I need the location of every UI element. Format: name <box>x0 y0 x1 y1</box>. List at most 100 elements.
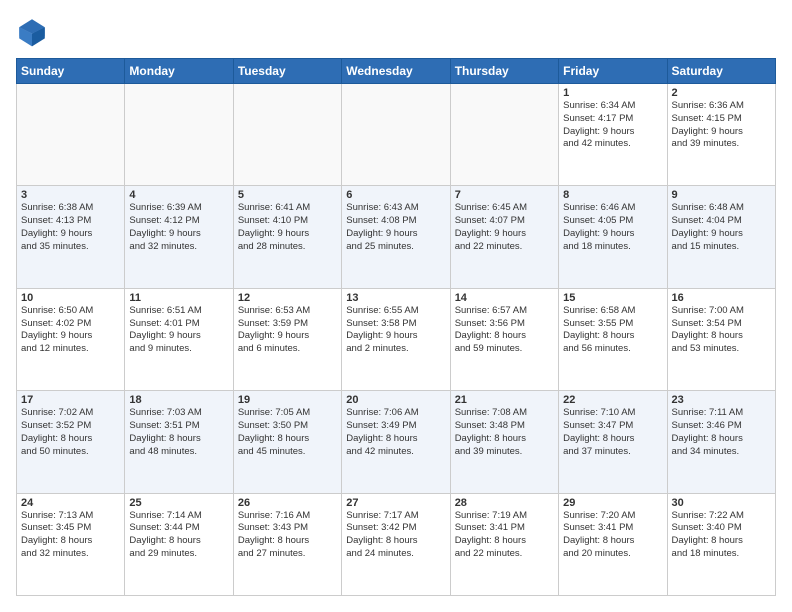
calendar-header-wednesday: Wednesday <box>342 59 450 84</box>
header <box>16 16 776 48</box>
day-info: Sunrise: 6:38 AMSunset: 4:13 PMDaylight:… <box>21 202 120 253</box>
day-number: 17 <box>21 394 120 406</box>
calendar-cell: 30Sunrise: 7:22 AMSunset: 3:40 PMDayligh… <box>667 493 775 595</box>
day-info: Sunrise: 6:46 AMSunset: 4:05 PMDaylight:… <box>563 202 662 253</box>
calendar-cell: 19Sunrise: 7:05 AMSunset: 3:50 PMDayligh… <box>233 391 341 493</box>
calendar-cell: 11Sunrise: 6:51 AMSunset: 4:01 PMDayligh… <box>125 288 233 390</box>
day-number: 10 <box>21 292 120 304</box>
calendar-cell <box>342 84 450 186</box>
day-info: Sunrise: 7:02 AMSunset: 3:52 PMDaylight:… <box>21 407 120 458</box>
calendar-cell: 7Sunrise: 6:45 AMSunset: 4:07 PMDaylight… <box>450 186 558 288</box>
day-number: 1 <box>563 87 662 99</box>
calendar-cell: 22Sunrise: 7:10 AMSunset: 3:47 PMDayligh… <box>559 391 667 493</box>
day-number: 18 <box>129 394 228 406</box>
day-number: 11 <box>129 292 228 304</box>
calendar-cell: 20Sunrise: 7:06 AMSunset: 3:49 PMDayligh… <box>342 391 450 493</box>
day-info: Sunrise: 7:14 AMSunset: 3:44 PMDaylight:… <box>129 510 228 561</box>
day-info: Sunrise: 7:16 AMSunset: 3:43 PMDaylight:… <box>238 510 337 561</box>
calendar-cell <box>125 84 233 186</box>
calendar-cell: 25Sunrise: 7:14 AMSunset: 3:44 PMDayligh… <box>125 493 233 595</box>
day-number: 3 <box>21 189 120 201</box>
calendar-cell: 3Sunrise: 6:38 AMSunset: 4:13 PMDaylight… <box>17 186 125 288</box>
calendar-cell: 8Sunrise: 6:46 AMSunset: 4:05 PMDaylight… <box>559 186 667 288</box>
calendar-cell <box>450 84 558 186</box>
day-info: Sunrise: 7:11 AMSunset: 3:46 PMDaylight:… <box>672 407 771 458</box>
calendar-cell: 21Sunrise: 7:08 AMSunset: 3:48 PMDayligh… <box>450 391 558 493</box>
day-number: 22 <box>563 394 662 406</box>
calendar-cell: 9Sunrise: 6:48 AMSunset: 4:04 PMDaylight… <box>667 186 775 288</box>
calendar-header-friday: Friday <box>559 59 667 84</box>
day-number: 26 <box>238 497 337 509</box>
day-info: Sunrise: 6:43 AMSunset: 4:08 PMDaylight:… <box>346 202 445 253</box>
calendar-table: SundayMondayTuesdayWednesdayThursdayFrid… <box>16 58 776 596</box>
day-number: 5 <box>238 189 337 201</box>
calendar-cell: 14Sunrise: 6:57 AMSunset: 3:56 PMDayligh… <box>450 288 558 390</box>
day-number: 13 <box>346 292 445 304</box>
calendar-week-2: 10Sunrise: 6:50 AMSunset: 4:02 PMDayligh… <box>17 288 776 390</box>
calendar-week-3: 17Sunrise: 7:02 AMSunset: 3:52 PMDayligh… <box>17 391 776 493</box>
logo-icon <box>16 16 48 48</box>
day-info: Sunrise: 7:17 AMSunset: 3:42 PMDaylight:… <box>346 510 445 561</box>
day-number: 23 <box>672 394 771 406</box>
day-info: Sunrise: 6:58 AMSunset: 3:55 PMDaylight:… <box>563 305 662 356</box>
day-number: 12 <box>238 292 337 304</box>
calendar-cell: 10Sunrise: 6:50 AMSunset: 4:02 PMDayligh… <box>17 288 125 390</box>
calendar-cell: 28Sunrise: 7:19 AMSunset: 3:41 PMDayligh… <box>450 493 558 595</box>
day-info: Sunrise: 7:08 AMSunset: 3:48 PMDaylight:… <box>455 407 554 458</box>
day-info: Sunrise: 7:03 AMSunset: 3:51 PMDaylight:… <box>129 407 228 458</box>
calendar-cell: 15Sunrise: 6:58 AMSunset: 3:55 PMDayligh… <box>559 288 667 390</box>
calendar-cell: 2Sunrise: 6:36 AMSunset: 4:15 PMDaylight… <box>667 84 775 186</box>
calendar-header-saturday: Saturday <box>667 59 775 84</box>
calendar-cell: 4Sunrise: 6:39 AMSunset: 4:12 PMDaylight… <box>125 186 233 288</box>
day-number: 25 <box>129 497 228 509</box>
calendar-cell: 6Sunrise: 6:43 AMSunset: 4:08 PMDaylight… <box>342 186 450 288</box>
day-info: Sunrise: 7:05 AMSunset: 3:50 PMDaylight:… <box>238 407 337 458</box>
day-info: Sunrise: 6:53 AMSunset: 3:59 PMDaylight:… <box>238 305 337 356</box>
day-info: Sunrise: 7:00 AMSunset: 3:54 PMDaylight:… <box>672 305 771 356</box>
calendar-header-row: SundayMondayTuesdayWednesdayThursdayFrid… <box>17 59 776 84</box>
calendar-week-0: 1Sunrise: 6:34 AMSunset: 4:17 PMDaylight… <box>17 84 776 186</box>
calendar-cell: 16Sunrise: 7:00 AMSunset: 3:54 PMDayligh… <box>667 288 775 390</box>
calendar-cell: 24Sunrise: 7:13 AMSunset: 3:45 PMDayligh… <box>17 493 125 595</box>
logo <box>16 16 52 48</box>
day-number: 29 <box>563 497 662 509</box>
calendar-cell <box>233 84 341 186</box>
day-info: Sunrise: 7:06 AMSunset: 3:49 PMDaylight:… <box>346 407 445 458</box>
calendar-cell: 17Sunrise: 7:02 AMSunset: 3:52 PMDayligh… <box>17 391 125 493</box>
day-number: 30 <box>672 497 771 509</box>
day-number: 14 <box>455 292 554 304</box>
day-number: 16 <box>672 292 771 304</box>
calendar-cell: 5Sunrise: 6:41 AMSunset: 4:10 PMDaylight… <box>233 186 341 288</box>
day-info: Sunrise: 6:45 AMSunset: 4:07 PMDaylight:… <box>455 202 554 253</box>
day-info: Sunrise: 7:19 AMSunset: 3:41 PMDaylight:… <box>455 510 554 561</box>
day-info: Sunrise: 6:41 AMSunset: 4:10 PMDaylight:… <box>238 202 337 253</box>
calendar-cell: 1Sunrise: 6:34 AMSunset: 4:17 PMDaylight… <box>559 84 667 186</box>
calendar-cell: 18Sunrise: 7:03 AMSunset: 3:51 PMDayligh… <box>125 391 233 493</box>
day-info: Sunrise: 7:10 AMSunset: 3:47 PMDaylight:… <box>563 407 662 458</box>
calendar-header-monday: Monday <box>125 59 233 84</box>
calendar-header-sunday: Sunday <box>17 59 125 84</box>
calendar-week-1: 3Sunrise: 6:38 AMSunset: 4:13 PMDaylight… <box>17 186 776 288</box>
day-number: 6 <box>346 189 445 201</box>
day-info: Sunrise: 6:55 AMSunset: 3:58 PMDaylight:… <box>346 305 445 356</box>
day-info: Sunrise: 6:48 AMSunset: 4:04 PMDaylight:… <box>672 202 771 253</box>
calendar-cell: 12Sunrise: 6:53 AMSunset: 3:59 PMDayligh… <box>233 288 341 390</box>
day-info: Sunrise: 7:20 AMSunset: 3:41 PMDaylight:… <box>563 510 662 561</box>
calendar-header-tuesday: Tuesday <box>233 59 341 84</box>
day-info: Sunrise: 6:34 AMSunset: 4:17 PMDaylight:… <box>563 100 662 151</box>
calendar-cell: 29Sunrise: 7:20 AMSunset: 3:41 PMDayligh… <box>559 493 667 595</box>
day-number: 24 <box>21 497 120 509</box>
day-number: 21 <box>455 394 554 406</box>
calendar-cell: 26Sunrise: 7:16 AMSunset: 3:43 PMDayligh… <box>233 493 341 595</box>
day-number: 19 <box>238 394 337 406</box>
day-number: 2 <box>672 87 771 99</box>
calendar-header-thursday: Thursday <box>450 59 558 84</box>
day-info: Sunrise: 7:13 AMSunset: 3:45 PMDaylight:… <box>21 510 120 561</box>
calendar-cell: 23Sunrise: 7:11 AMSunset: 3:46 PMDayligh… <box>667 391 775 493</box>
calendar-cell: 27Sunrise: 7:17 AMSunset: 3:42 PMDayligh… <box>342 493 450 595</box>
day-number: 8 <box>563 189 662 201</box>
calendar-cell: 13Sunrise: 6:55 AMSunset: 3:58 PMDayligh… <box>342 288 450 390</box>
day-info: Sunrise: 6:50 AMSunset: 4:02 PMDaylight:… <box>21 305 120 356</box>
day-number: 9 <box>672 189 771 201</box>
day-info: Sunrise: 6:36 AMSunset: 4:15 PMDaylight:… <box>672 100 771 151</box>
